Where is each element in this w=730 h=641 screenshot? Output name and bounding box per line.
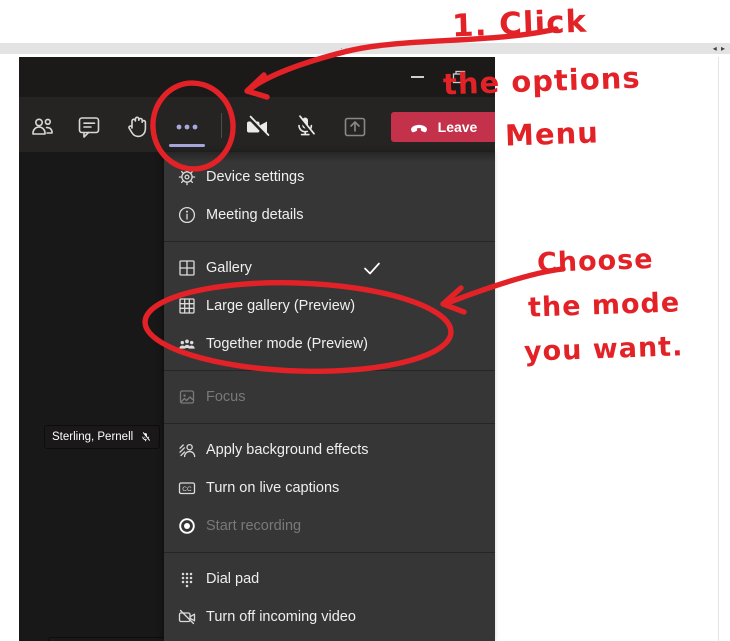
menu-item-label: Large gallery (Preview) xyxy=(206,298,356,314)
camera-toggle-button[interactable] xyxy=(244,113,272,141)
show-participants-button[interactable] xyxy=(28,113,56,141)
menu-item-background-effects[interactable]: Apply background effects xyxy=(164,431,495,469)
participant-name-badge: Sterling, Pernell xyxy=(44,425,161,449)
menu-divider xyxy=(164,552,495,553)
menu-item-device-settings[interactable]: Device settings xyxy=(164,158,495,196)
menu-item-label: Together mode (Preview) xyxy=(206,336,368,352)
menu-item-dial-pad[interactable]: Dial pad xyxy=(164,560,495,598)
leave-button[interactable]: Leave xyxy=(391,112,495,142)
menu-item-live-captions[interactable]: CC Turn on live captions xyxy=(164,469,495,507)
minimize-icon xyxy=(410,76,424,78)
menu-item-large-gallery[interactable]: Large gallery (Preview) xyxy=(164,287,495,325)
menu-item-start-recording: Start recording xyxy=(164,507,495,545)
menu-item-gallery[interactable]: Gallery xyxy=(164,249,495,287)
raised-hand-icon xyxy=(128,116,147,138)
participant-name-badge: Maghaireh, Razan xyxy=(48,637,177,641)
annotated-screenshot: ······ ◂ ▸ Leave Sterling, Pernell Devic… xyxy=(0,0,730,641)
background-effects-icon xyxy=(177,440,197,460)
focus-icon xyxy=(177,387,197,407)
together-mode-icon xyxy=(177,334,197,354)
raise-hand-button[interactable] xyxy=(122,113,150,141)
menu-item-label: Dial pad xyxy=(206,571,260,587)
mic-muted-icon xyxy=(141,431,151,442)
strip-scroll-arrows[interactable]: ◂ ▸ xyxy=(713,44,726,53)
settings-gear-icon xyxy=(177,167,197,187)
menu-item-label: Gallery xyxy=(206,260,252,276)
handwritten-step1-menu: Menu xyxy=(504,115,600,153)
window-top-strip: ······ ◂ ▸ xyxy=(0,43,730,54)
more-actions-button[interactable] xyxy=(167,113,207,141)
menu-item-label: Device settings xyxy=(206,169,305,185)
live-captions-icon: CC xyxy=(177,478,197,498)
handwritten-step1-options: the options xyxy=(442,60,642,102)
large-gallery-grid-icon xyxy=(177,296,197,316)
strip-drag-dots: ······ xyxy=(340,44,368,53)
share-screen-button[interactable] xyxy=(341,113,369,141)
camera-off-icon xyxy=(247,115,270,138)
share-screen-icon xyxy=(344,117,366,137)
menu-item-label: Start recording xyxy=(206,518,302,534)
leave-button-label: Leave xyxy=(437,119,478,135)
menu-divider xyxy=(164,370,495,371)
teams-meeting-window: Leave Sterling, Pernell Maghaireh, R xyxy=(19,57,495,641)
hang-up-icon xyxy=(410,124,427,133)
chat-button[interactable] xyxy=(75,113,103,141)
chat-bubble-icon xyxy=(78,117,100,138)
menu-divider xyxy=(164,241,495,242)
minimize-button[interactable] xyxy=(395,57,439,97)
menu-item-focus: Focus xyxy=(164,378,495,416)
svg-text:CC: CC xyxy=(182,486,192,493)
people-roster-icon xyxy=(32,118,53,135)
meeting-stage: Sterling, Pernell Maghaireh, Razan xyxy=(19,152,495,641)
more-actions-menu: Device settings Meeting details Gallery … xyxy=(164,152,495,641)
menu-item-label: Apply background effects xyxy=(206,442,369,458)
menu-item-label: Turn off incoming video xyxy=(206,609,356,625)
menu-divider xyxy=(164,423,495,424)
menu-item-label: Meeting details xyxy=(206,207,304,223)
participant-name: Sterling, Pernell xyxy=(52,431,134,443)
menu-item-together-mode[interactable]: Together mode (Preview) xyxy=(164,325,495,363)
handwritten-step2-mode: the mode xyxy=(527,287,681,324)
toolbar-divider xyxy=(221,113,222,138)
window-titlebar xyxy=(19,57,495,97)
menu-item-label: Focus xyxy=(206,389,246,405)
more-actions-active-underline xyxy=(169,144,205,147)
menu-item-turn-off-incoming-video[interactable]: Turn off incoming video xyxy=(164,598,495,636)
handwritten-step1-click: 1. Click xyxy=(451,3,588,45)
meeting-toolbar: Leave xyxy=(19,97,495,152)
handwritten-step2-choose: Choose xyxy=(536,243,655,280)
mic-muted-icon xyxy=(297,115,315,136)
info-icon xyxy=(177,205,197,225)
more-ellipsis-icon xyxy=(176,124,198,130)
mic-toggle-button[interactable] xyxy=(291,113,319,141)
gallery-grid-icon xyxy=(177,258,197,278)
menu-item-label: Turn on live captions xyxy=(206,480,340,496)
record-icon xyxy=(177,516,197,536)
checkmark-icon xyxy=(364,262,380,275)
handwritten-step2-want: you want. xyxy=(523,331,684,368)
page-scrollbar-track xyxy=(718,57,719,641)
incoming-video-off-icon xyxy=(177,607,197,627)
dial-pad-icon xyxy=(177,569,197,589)
video-grid: Sterling, Pernell Maghaireh, Razan xyxy=(19,152,177,641)
menu-item-meeting-details[interactable]: Meeting details xyxy=(164,196,495,234)
